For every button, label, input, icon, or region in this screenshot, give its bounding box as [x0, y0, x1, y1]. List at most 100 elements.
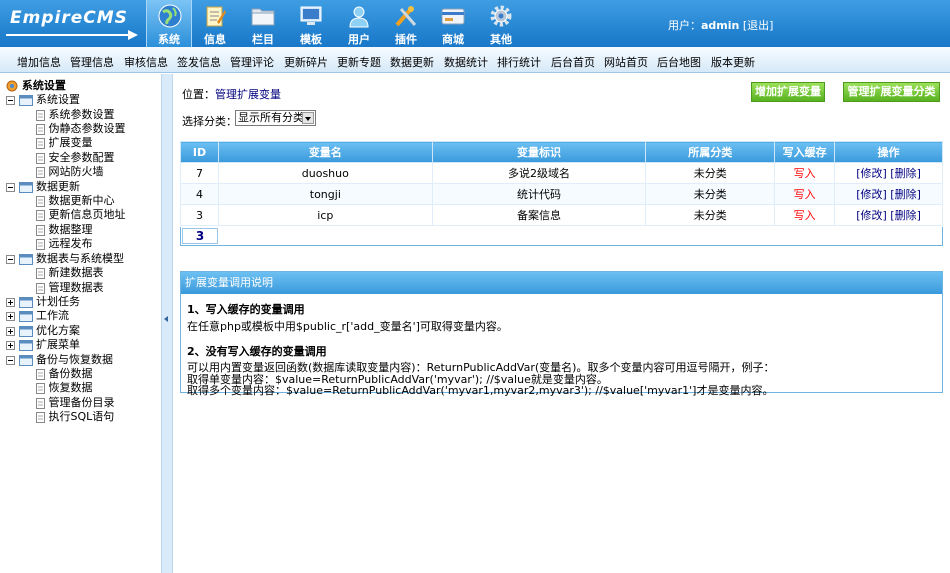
tree-folder[interactable]: 工作流 [6, 309, 69, 323]
edit-link[interactable]: [修改] [856, 188, 887, 201]
monitor-icon [300, 6, 322, 25]
document-icon [36, 123, 45, 135]
document-icon [36, 109, 45, 121]
delete-link[interactable]: [删除] [890, 167, 921, 180]
submenu-item[interactable]: 排行统计 [497, 54, 541, 70]
delete-link[interactable]: [删除] [890, 188, 921, 201]
nav-tab-user[interactable]: 用户 [336, 0, 382, 47]
tree-folder[interactable]: 系统设置 [6, 93, 80, 107]
collapse-arrow-icon[interactable] [164, 316, 168, 322]
tree-item[interactable]: 更新信息页地址 [36, 208, 126, 222]
tree-label: 数据更新中心 [48, 194, 115, 207]
document-icon [36, 238, 45, 250]
folder-icon [18, 181, 33, 193]
tree-folder[interactable]: 计划任务 [6, 295, 80, 309]
folder-icon [18, 310, 33, 322]
tree-folder[interactable]: 扩展菜单 [6, 338, 80, 352]
manage-variable-class-button[interactable]: 管理扩展变量分类 [843, 82, 940, 102]
add-variable-button[interactable]: 增加扩展变量 [751, 82, 825, 102]
submenu-item[interactable]: 更新碎片 [284, 54, 328, 70]
collapse-icon[interactable] [6, 182, 15, 192]
nav-tab-info[interactable]: 信息 [192, 0, 238, 47]
tree-item[interactable]: 伪静态参数设置 [36, 122, 126, 136]
column-header: 所属分类 [645, 141, 776, 163]
nav-tab-label: 栏目 [252, 33, 274, 46]
tree-item[interactable]: 远程发布 [36, 237, 93, 251]
submenu-item[interactable]: 后台地图 [657, 54, 701, 70]
help-text: 在任意php或模板中用$public_r['add_变量名']可取得变量内容。 [187, 320, 508, 333]
logout-link[interactable]: [退出] [743, 19, 774, 32]
submenu-item[interactable]: 签发信息 [177, 54, 221, 70]
edit-link[interactable]: [修改] [856, 209, 887, 222]
logo: EmpireCMS [4, 6, 142, 42]
nav-tab-label: 用户 [348, 33, 370, 46]
nav-tab-other[interactable]: 其他 [478, 0, 524, 47]
tree-folder[interactable]: 优化方案 [6, 324, 80, 338]
tree-item[interactable]: 新建数据表 [36, 266, 104, 280]
tree-folder[interactable]: 数据更新 [6, 180, 80, 194]
document-icon [36, 411, 45, 423]
tree-item[interactable]: 管理备份目录 [36, 396, 115, 410]
expand-icon[interactable] [6, 311, 15, 321]
help-panel: 扩展变量调用说明 1、写入缓存的变量调用 在任意php或模板中用$public_… [180, 271, 943, 397]
tree-label: 备份数据 [48, 367, 93, 380]
nav-tab-label: 商城 [442, 33, 464, 46]
submenu-item[interactable]: 网站首页 [604, 54, 648, 70]
nav-tab-system[interactable]: 系统 [146, 0, 192, 47]
document-icon [36, 368, 45, 380]
submenu-item[interactable]: 版本更新 [711, 54, 755, 70]
tree-item[interactable]: 执行SQL语句 [36, 410, 114, 424]
category-label: 选择分类： [182, 115, 237, 128]
submenu-item[interactable]: 审核信息 [124, 54, 168, 70]
submenu-item[interactable]: 数据统计 [444, 54, 488, 70]
expand-icon[interactable] [6, 297, 15, 307]
expand-icon[interactable] [6, 326, 15, 336]
nav-tab-shop[interactable]: 商城 [430, 0, 476, 47]
tree-label: 管理数据表 [48, 281, 104, 294]
submenu-item[interactable]: 更新专题 [337, 54, 381, 70]
nav-tab-template[interactable]: 模板 [288, 0, 334, 47]
logo-underline [6, 34, 132, 36]
tree-label: 优化方案 [36, 324, 80, 337]
collapse-icon[interactable] [6, 95, 15, 105]
tree-label: 数据表与系统模型 [36, 252, 124, 265]
tree-item[interactable]: 安全参数配置 [36, 151, 115, 165]
sidebar-splitter[interactable] [162, 74, 173, 573]
tree-folder[interactable]: 数据表与系统模型 [6, 252, 124, 266]
pagination-bar: 3 [180, 227, 943, 246]
document-icon [36, 397, 45, 409]
help-text: 取得多个变量内容：$value=ReturnPublicAddVar('myva… [187, 384, 774, 397]
sidebar-tree: 系统设置 系统设置 系统参数设置 伪静态参数设置 扩展变量 安全参数配置 网站防… [0, 74, 162, 573]
submenu-item[interactable]: 数据更新 [390, 54, 434, 70]
tree-item[interactable]: 网站防火墙 [36, 165, 104, 179]
delete-link[interactable]: [删除] [890, 209, 921, 222]
cache-status: 写入 [774, 204, 836, 226]
breadcrumb: 位置：管理扩展变量 [182, 88, 281, 101]
tree-item[interactable]: 系统参数设置 [36, 108, 115, 122]
submenu-item[interactable]: 后台首页 [551, 54, 595, 70]
card-icon [441, 8, 465, 25]
tree-item[interactable]: 备份数据 [36, 367, 93, 381]
tree-folder[interactable]: 备份与恢复数据 [6, 353, 113, 367]
user-label: 用户： [668, 19, 701, 32]
edit-link[interactable]: [修改] [856, 167, 887, 180]
tree-item[interactable]: 管理数据表 [36, 281, 104, 295]
help-heading: 1、写入缓存的变量调用 [187, 303, 305, 316]
submenu-item[interactable]: 管理信息 [70, 54, 114, 70]
collapse-icon[interactable] [6, 254, 15, 264]
record-count: 3 [182, 228, 218, 244]
folder-icon [18, 354, 33, 366]
expand-icon[interactable] [6, 340, 15, 350]
tree-item[interactable]: 数据整理 [36, 223, 93, 237]
collapse-icon[interactable] [6, 355, 15, 365]
tree-item[interactable]: 扩展变量 [36, 136, 93, 150]
nav-tab-column[interactable]: 栏目 [240, 0, 286, 47]
submenu-item[interactable]: 管理评论 [230, 54, 274, 70]
tree-item[interactable]: 恢复数据 [36, 381, 93, 395]
tree-item[interactable]: 数据更新中心 [36, 194, 115, 208]
nav-tab-plugin[interactable]: 插件 [383, 0, 429, 47]
category-select[interactable]: 显示所有分类 [235, 110, 316, 126]
breadcrumb-link[interactable]: 管理扩展变量 [215, 88, 281, 101]
tree-label: 系统参数设置 [48, 108, 115, 121]
submenu-item[interactable]: 增加信息 [17, 54, 61, 70]
